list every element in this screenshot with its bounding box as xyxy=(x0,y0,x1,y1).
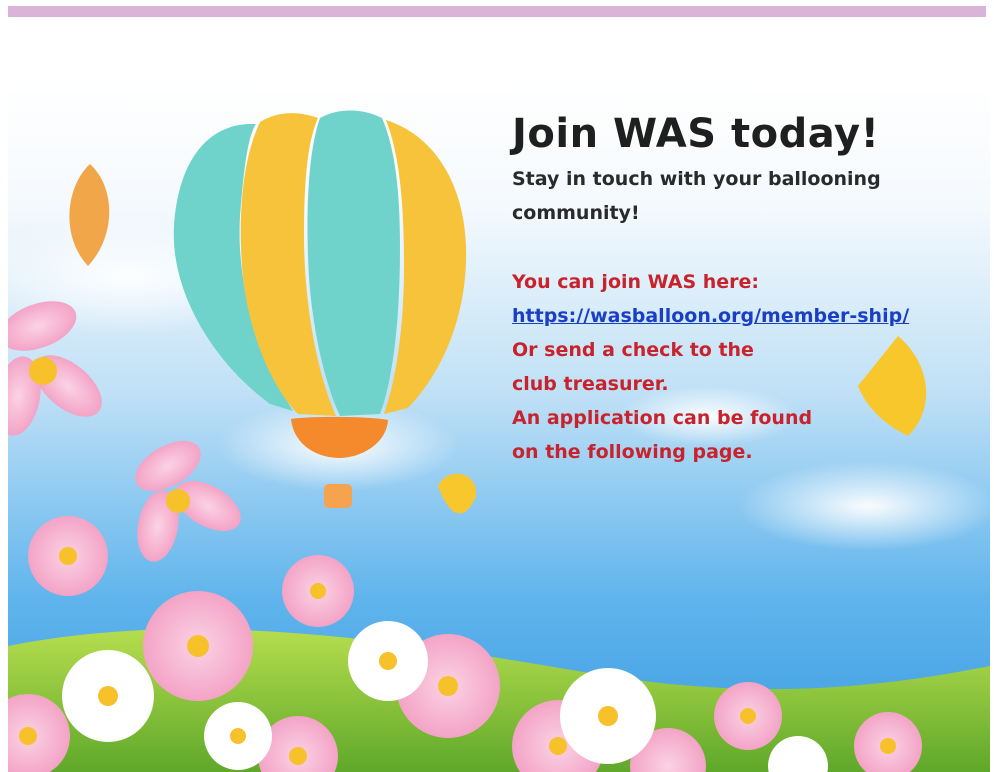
membership-link[interactable]: https://wasballoon.org/member-ship/ xyxy=(512,299,942,333)
subtitle: Stay in touch with your ballooning commu… xyxy=(512,168,881,224)
membership-info: You can join WAS here: https://wasballoo… xyxy=(512,265,972,469)
join-was-callout: Join WAS today! Stay in touch with your … xyxy=(512,106,972,469)
page-title: Join WAS today! xyxy=(512,111,880,157)
check-line-2: club treasurer. xyxy=(512,373,669,395)
top-banner-bar xyxy=(8,6,986,17)
join-intro: You can join WAS here: xyxy=(512,271,760,293)
application-line-2: on the following page. xyxy=(512,441,753,463)
application-line-1: An application can be found xyxy=(512,407,813,429)
check-line-1: Or send a check to the xyxy=(512,339,754,361)
